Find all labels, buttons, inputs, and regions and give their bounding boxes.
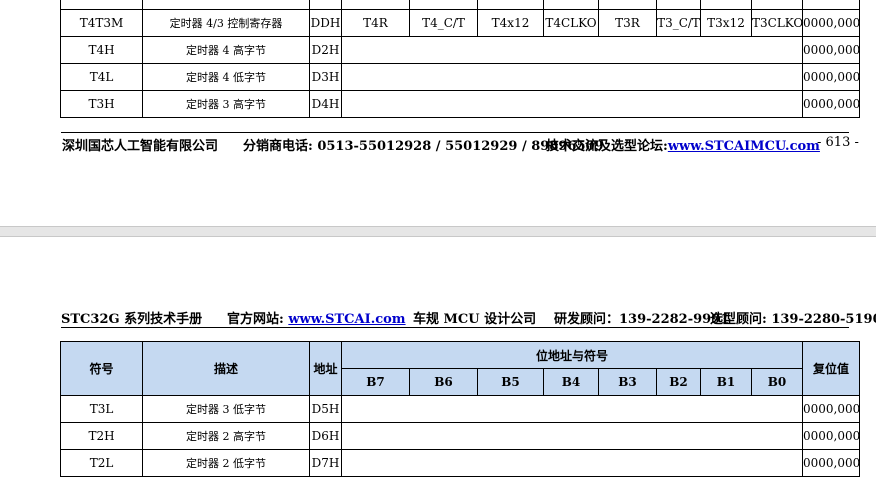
cell-addr xyxy=(309,0,342,10)
cell-symbol: T3L xyxy=(60,395,143,423)
cell-reset xyxy=(802,0,860,10)
cell-bits-empty xyxy=(341,36,803,64)
footer-forum: 技术交流及选型论坛:www.STCAIMCU.com xyxy=(546,135,820,154)
cell-bits xyxy=(341,0,410,10)
col-header-b4: B4 xyxy=(543,368,599,396)
col-header-desc: 描述 xyxy=(142,341,310,396)
table-row: T3H 定时器 3 高字节 D4H 0000,0000 xyxy=(60,90,860,118)
cell-bit-b0: T3CLKO xyxy=(751,9,803,37)
header-rd-contact: 研发顾问：139-2282-9991 xyxy=(554,312,730,327)
table-row: T2L 定时器 2 低字节 D7H 0000,0000 xyxy=(60,449,861,477)
cell-bits-empty xyxy=(340,395,804,423)
col-header-bits-group: 位地址与符号 xyxy=(340,341,804,369)
footer-company: 深圳国芯人工智能有限公司 xyxy=(62,139,219,154)
header-site: 官方网站: www.STCAI.com xyxy=(227,308,406,327)
cell-bit xyxy=(477,0,544,10)
lower-page: STC32G 系列技术手册 官方网站: www.STCAI.com 车规 MCU… xyxy=(0,237,876,492)
cell-bit xyxy=(409,0,478,10)
cell-desc: 定时器 4 低字节 xyxy=(142,63,310,91)
page-number: - 613 - xyxy=(817,135,859,150)
cell-reset: 0000,0000 xyxy=(802,9,860,37)
cell-reset: 0000,0000 xyxy=(802,90,860,118)
cell-desc: 定时器 2 低字节 xyxy=(142,449,310,477)
header-sales-contact: 选型顾问: 139-2280-5190 xyxy=(710,312,876,327)
cell-reset: 0000,0000 xyxy=(802,449,861,477)
footer-forum-link[interactable]: www.STCAIMCU.com xyxy=(668,139,820,154)
cell-desc: 定时器 4/3 控制寄存器 xyxy=(142,9,310,37)
cell-bit-b5: T4x12 xyxy=(477,9,544,37)
cell-addr: D2H xyxy=(309,36,342,64)
cell-bit-b7: T4R xyxy=(341,9,410,37)
cell-addr: D7H xyxy=(309,449,342,477)
cell-addr: D4H xyxy=(309,90,342,118)
cell-bit xyxy=(598,0,657,10)
cell-desc: 定时器 2 高字节 xyxy=(142,422,310,450)
cell-bits-empty xyxy=(341,90,803,118)
table-row: T4T3M 定时器 4/3 控制寄存器 DDH T4R T4_C/T T4x12… xyxy=(60,9,860,37)
cell-symbol xyxy=(60,0,143,10)
cell-reset: 0000,0000 xyxy=(802,422,861,450)
col-header-b3: B3 xyxy=(598,368,657,396)
header-rule xyxy=(61,327,849,328)
col-header-addr: 地址 xyxy=(309,341,342,396)
col-header-b6: B6 xyxy=(409,368,478,396)
lower-register-table: 符号 描述 地址 位地址与符号 复位值 B7 B6 B5 B4 B3 B2 B1… xyxy=(60,341,861,477)
cell-symbol: T4H xyxy=(60,36,143,64)
header-site-label: 官方网站: xyxy=(227,312,289,327)
cell-bit-b4: T4CLKO xyxy=(543,9,599,37)
col-header-symbol: 符号 xyxy=(60,341,143,396)
table-row: T2H 定时器 2 高字节 D6H 0000,0000 xyxy=(60,422,861,450)
cell-bits-empty xyxy=(340,449,804,477)
cell-bit-b2: T3_C/T xyxy=(656,9,701,37)
footer-forum-label: 技术交流及选型论坛: xyxy=(546,139,668,154)
cell-bit-b3: T3R xyxy=(598,9,657,37)
cell-addr: D3H xyxy=(309,63,342,91)
header-manual-title: STC32G 系列技术手册 xyxy=(61,312,203,327)
cell-desc xyxy=(142,0,310,10)
footer-rule xyxy=(61,132,849,133)
cell-symbol: T2H xyxy=(60,422,143,450)
col-header-b7: B7 xyxy=(341,368,410,396)
cell-bits-empty xyxy=(341,63,803,91)
col-header-b0: B0 xyxy=(750,368,804,396)
cell-desc: 定时器 4 高字节 xyxy=(142,36,310,64)
cell-reset: 0000,0000 xyxy=(802,63,860,91)
cell-bit xyxy=(751,0,803,10)
col-header-reset: 复位值 xyxy=(802,341,861,396)
page-footer: 深圳国芯人工智能有限公司 分销商电话: 0513-55012928 / 5501… xyxy=(61,135,859,155)
cell-symbol: T4T3M xyxy=(60,9,143,37)
cell-addr: D5H xyxy=(309,395,342,423)
cell-reset: 0000,0000 xyxy=(802,36,860,64)
cell-bits-empty xyxy=(340,422,804,450)
cell-symbol: T2L xyxy=(60,449,143,477)
col-header-b2: B2 xyxy=(656,368,701,396)
col-header-b1: B1 xyxy=(700,368,752,396)
upper-register-table: T4T3M 定时器 4/3 控制寄存器 DDH T4R T4_C/T T4x12… xyxy=(60,0,860,118)
cell-bit-b1: T3x12 xyxy=(700,9,752,37)
cell-bit-b6: T4_C/T xyxy=(409,9,478,37)
upper-page: T4T3M 定时器 4/3 控制寄存器 DDH T4R T4_C/T T4x12… xyxy=(0,0,876,226)
table-row: T3L 定时器 3 低字节 D5H 0000,0000 xyxy=(60,395,861,423)
cutoff-row xyxy=(60,0,860,10)
cell-desc: 定时器 3 低字节 xyxy=(142,395,310,423)
table-header-row: 符号 描述 地址 位地址与符号 复位值 xyxy=(60,341,861,396)
cell-addr: D6H xyxy=(309,422,342,450)
cell-bit xyxy=(656,0,701,10)
cell-bit xyxy=(543,0,599,10)
header-site-link[interactable]: www.STCAI.com xyxy=(288,312,405,327)
table-row: T4L 定时器 4 低字节 D3H 0000,0000 xyxy=(60,63,860,91)
header-company: 车规 MCU 设计公司 xyxy=(413,312,537,327)
col-header-b5: B5 xyxy=(477,368,544,396)
cell-addr: DDH xyxy=(309,9,342,37)
table-row: T4H 定时器 4 高字节 D2H 0000,0000 xyxy=(60,36,860,64)
cell-symbol: T3H xyxy=(60,90,143,118)
cell-reset: 0000,0000 xyxy=(802,395,861,423)
page-separator xyxy=(0,226,876,237)
page-header: STC32G 系列技术手册 官方网站: www.STCAI.com 车规 MCU… xyxy=(61,308,876,327)
cell-symbol: T4L xyxy=(60,63,143,91)
cell-bit xyxy=(700,0,752,10)
cell-desc: 定时器 3 高字节 xyxy=(142,90,310,118)
